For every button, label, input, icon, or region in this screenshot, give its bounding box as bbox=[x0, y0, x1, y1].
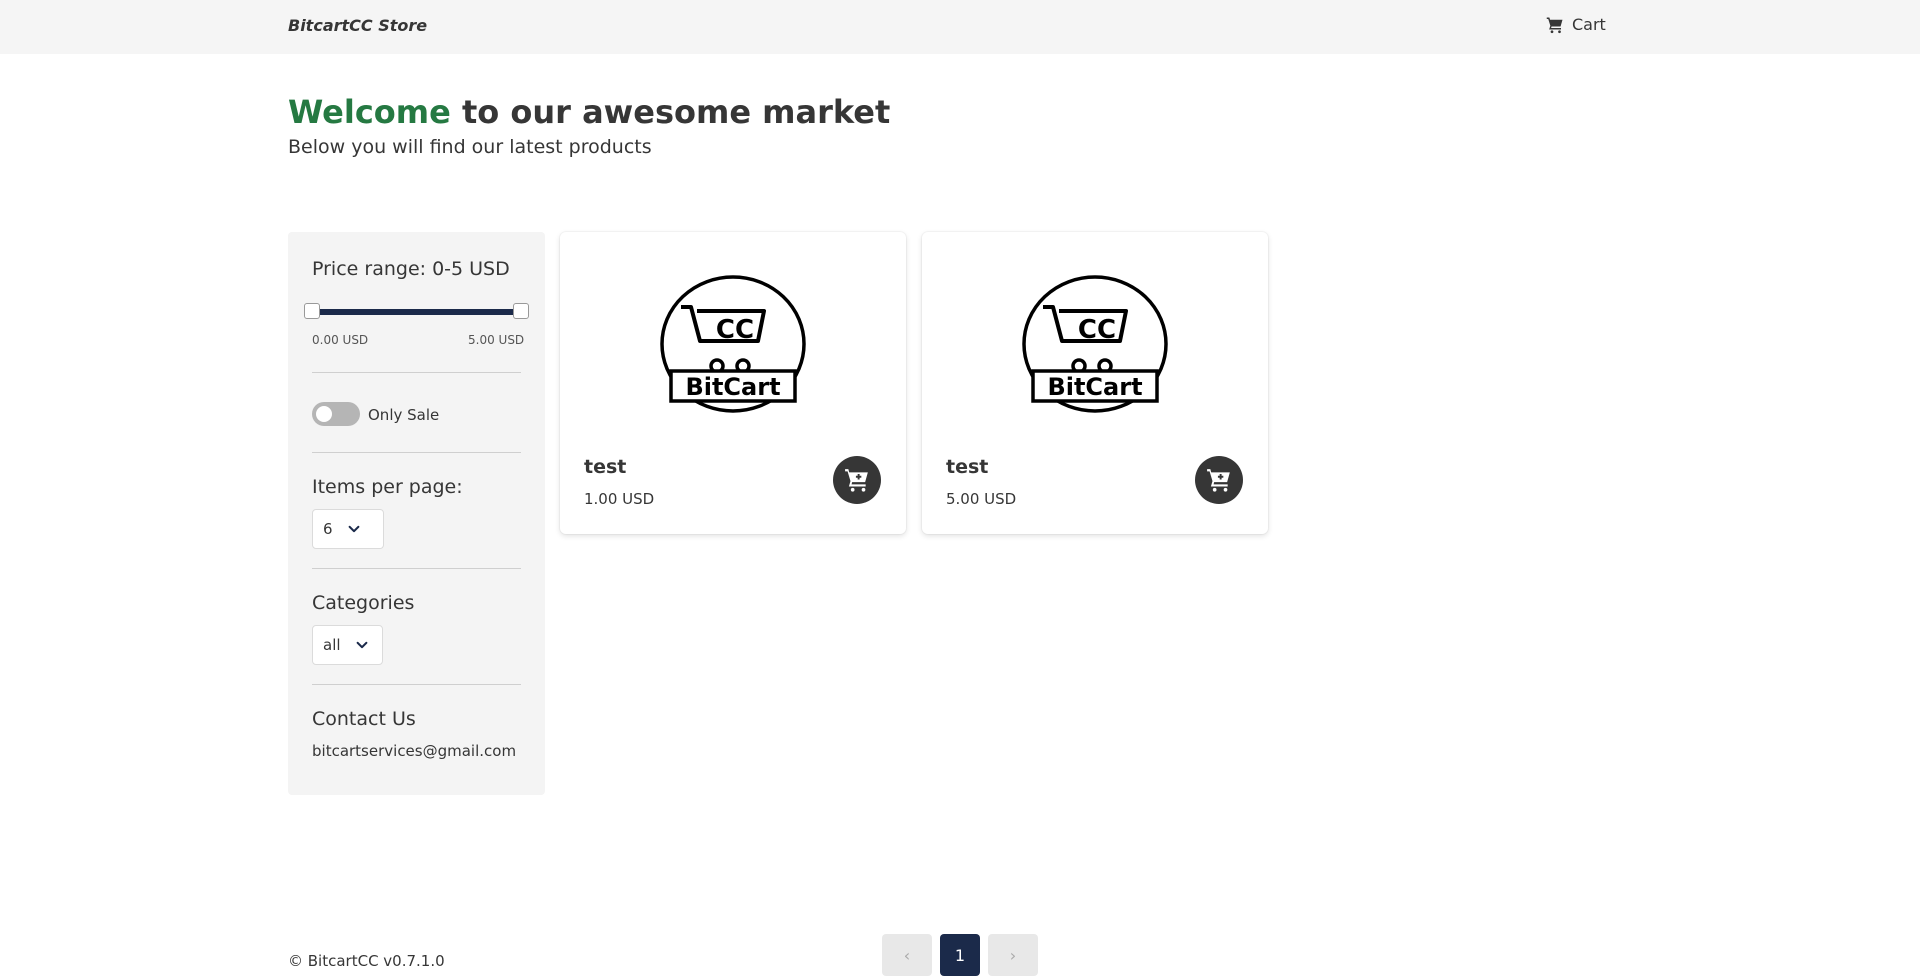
toggle-knob bbox=[316, 406, 332, 422]
hero-subtitle: Below you will find our latest products bbox=[288, 136, 652, 158]
product-price: 1.00 USD bbox=[584, 490, 655, 508]
items-per-page-value: 6 bbox=[323, 520, 333, 538]
bitcart-logo-icon: CC BitCart bbox=[660, 275, 806, 413]
categories-select[interactable]: all bbox=[312, 625, 383, 665]
price-max-label: 5.00 USD bbox=[468, 333, 525, 347]
logo-bitcart-text: BitCart bbox=[685, 373, 780, 401]
bitcart-logo-icon: CC BitCart bbox=[1022, 275, 1168, 413]
product-card[interactable]: CC BitCart test 1.00 USD bbox=[560, 232, 906, 534]
chevron-down-icon bbox=[356, 641, 367, 649]
cart-link[interactable]: Cart bbox=[1546, 15, 1606, 34]
add-to-cart-button[interactable] bbox=[1195, 456, 1243, 504]
items-per-page-title: Items per page: bbox=[312, 476, 463, 498]
cart-plus-icon bbox=[845, 469, 868, 492]
price-slider-max-handle[interactable] bbox=[513, 303, 529, 319]
divider bbox=[312, 452, 521, 453]
product-name[interactable]: test bbox=[946, 456, 988, 478]
hero-title-accent: Welcome bbox=[288, 93, 451, 131]
cart-icon bbox=[1546, 17, 1563, 33]
pagination-next-button[interactable]: › bbox=[988, 934, 1038, 976]
divider bbox=[312, 372, 521, 373]
logo-cc-text: CC bbox=[716, 315, 754, 345]
hero-title: Welcome to our awesome market bbox=[288, 93, 890, 131]
price-slider-track[interactable] bbox=[312, 309, 521, 315]
contact-title: Contact Us bbox=[312, 708, 416, 730]
product-price: 5.00 USD bbox=[946, 490, 1017, 508]
chevron-down-icon bbox=[348, 525, 359, 533]
hero-title-rest: to our awesome market bbox=[450, 93, 891, 131]
price-slider-min-handle[interactable] bbox=[304, 303, 320, 319]
pagination-previous-button[interactable]: ‹ bbox=[882, 934, 932, 976]
add-to-cart-button[interactable] bbox=[833, 456, 881, 504]
logo-bitcart-text: BitCart bbox=[1047, 373, 1142, 401]
only-sale-label: Only Sale bbox=[368, 406, 440, 424]
only-sale-toggle[interactable] bbox=[312, 402, 360, 426]
categories-value: all bbox=[323, 636, 341, 654]
contact-email[interactable]: bitcartservices@gmail.com bbox=[312, 742, 516, 760]
product-card[interactable]: CC BitCart test 5.00 USD bbox=[922, 232, 1268, 534]
pagination-page-1[interactable]: 1 bbox=[940, 934, 980, 976]
footer-version: © BitcartCC v0.7.1.0 bbox=[288, 952, 445, 970]
product-name[interactable]: test bbox=[584, 456, 626, 478]
price-range-title: Price range: 0-5 USD bbox=[312, 258, 510, 280]
store-brand[interactable]: BitcartCC Store bbox=[288, 16, 427, 35]
items-per-page-select[interactable]: 6 bbox=[312, 509, 384, 549]
divider bbox=[312, 568, 521, 569]
cart-label: Cart bbox=[1572, 15, 1606, 34]
categories-title: Categories bbox=[312, 592, 415, 614]
price-min-label: 0.00 USD bbox=[312, 333, 369, 347]
cart-plus-icon bbox=[1207, 469, 1230, 492]
logo-cc-text: CC bbox=[1078, 315, 1116, 345]
divider bbox=[312, 684, 521, 685]
top-navbar: BitcartCC Store Cart bbox=[0, 0, 1920, 54]
